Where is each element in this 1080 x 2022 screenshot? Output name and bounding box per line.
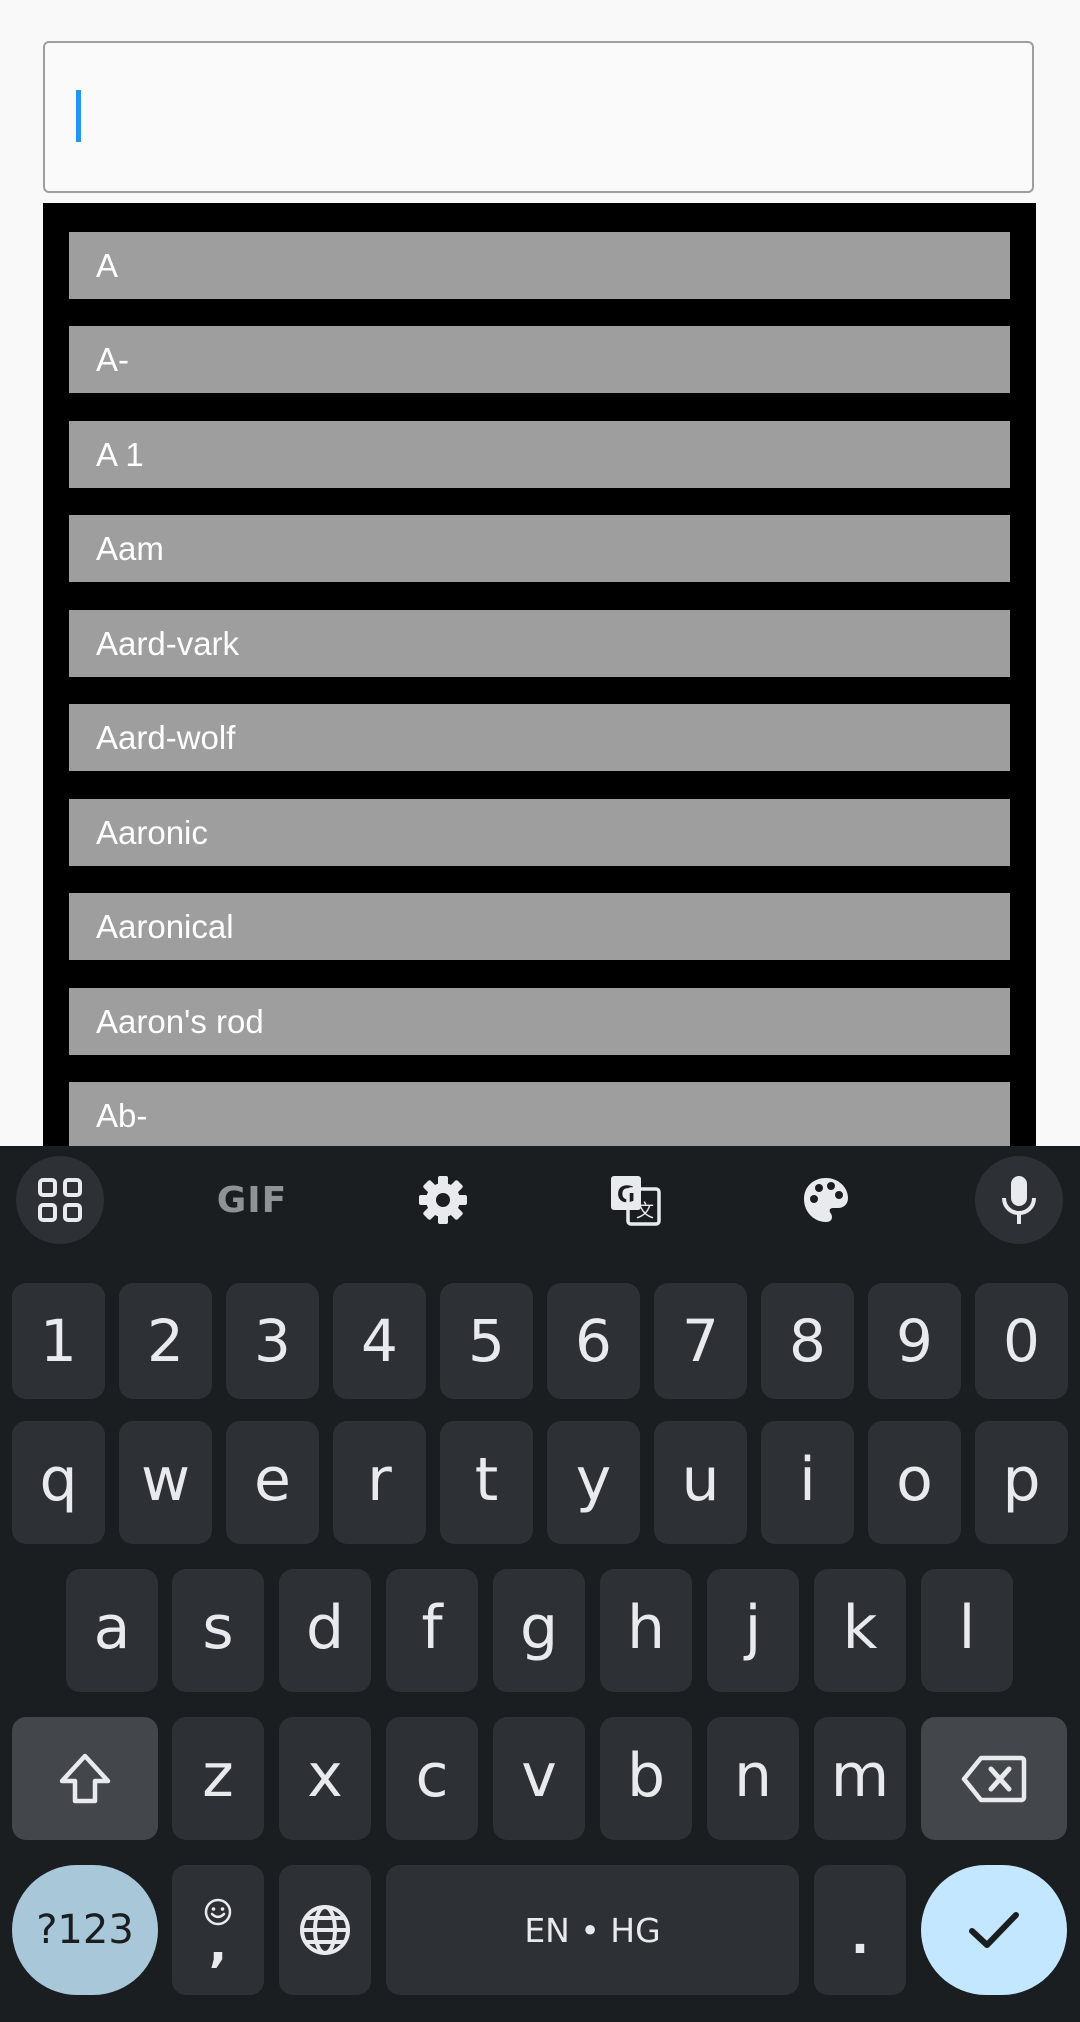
search-input[interactable]	[45, 43, 1032, 191]
shift-arrow-icon	[59, 1753, 111, 1803]
key-x[interactable]: x	[279, 1717, 371, 1840]
svg-text:文: 文	[636, 1201, 654, 1222]
list-item[interactable]: A-	[69, 326, 1010, 393]
key-e[interactable]: e	[226, 1421, 319, 1544]
key-3[interactable]: 3	[226, 1283, 319, 1399]
key-c[interactable]: c	[386, 1717, 478, 1840]
key-0[interactable]: 0	[975, 1283, 1068, 1399]
key-6[interactable]: 6	[547, 1283, 640, 1399]
list-item[interactable]: A	[69, 232, 1010, 299]
list-item[interactable]: Aam	[69, 515, 1010, 582]
microphone-icon	[1002, 1176, 1036, 1224]
space-bar[interactable]: EN • HG	[386, 1865, 799, 1995]
apps-grid-button[interactable]	[16, 1156, 104, 1244]
suggestion-list: A A- A 1 Aam Aard-vark Aard-wolf Aaronic…	[43, 203, 1036, 1146]
key-k[interactable]: k	[814, 1569, 906, 1692]
palette-icon	[804, 1178, 848, 1222]
list-item[interactable]: Aard-wolf	[69, 704, 1010, 771]
key-y[interactable]: y	[547, 1421, 640, 1544]
key-1[interactable]: 1	[12, 1283, 105, 1399]
key-i[interactable]: i	[761, 1421, 854, 1544]
apps-grid-icon	[38, 1178, 82, 1222]
key-b[interactable]: b	[600, 1717, 692, 1840]
translate-icon: G 文	[611, 1176, 661, 1226]
key-m[interactable]: m	[814, 1717, 906, 1840]
key-o[interactable]: o	[868, 1421, 961, 1544]
key-r[interactable]: r	[333, 1421, 426, 1544]
app-screen: A A- A 1 Aam Aard-vark Aard-wolf Aaronic…	[0, 0, 1080, 1146]
key-7[interactable]: 7	[654, 1283, 747, 1399]
list-item[interactable]: Aaronic	[69, 799, 1010, 866]
key-5[interactable]: 5	[440, 1283, 533, 1399]
key-u[interactable]: u	[654, 1421, 747, 1544]
shift-key[interactable]	[12, 1717, 158, 1840]
text-caret	[76, 90, 81, 142]
comma-label: ,	[208, 1917, 228, 1973]
key-j[interactable]: j	[707, 1569, 799, 1692]
theme-button[interactable]	[782, 1156, 870, 1244]
key-p[interactable]: p	[975, 1421, 1068, 1544]
list-item[interactable]: Ab-	[69, 1082, 1010, 1146]
key-h[interactable]: h	[600, 1569, 692, 1692]
checkmark-icon	[969, 1912, 1019, 1948]
key-z[interactable]: z	[172, 1717, 264, 1840]
key-v[interactable]: v	[493, 1717, 585, 1840]
globe-icon	[300, 1905, 350, 1955]
key-t[interactable]: t	[440, 1421, 533, 1544]
symbols-key[interactable]: ?123	[12, 1865, 158, 1995]
backspace-key[interactable]	[921, 1717, 1067, 1840]
settings-button[interactable]	[399, 1156, 487, 1244]
list-item[interactable]: Aaronical	[69, 893, 1010, 960]
emoji-comma-key[interactable]: ,	[172, 1865, 264, 1995]
gif-button[interactable]: GIF	[208, 1156, 296, 1244]
key-f[interactable]: f	[386, 1569, 478, 1692]
period-key[interactable]: .	[814, 1865, 906, 1995]
key-w[interactable]: w	[119, 1421, 212, 1544]
key-8[interactable]: 8	[761, 1283, 854, 1399]
voice-input-button[interactable]	[975, 1156, 1063, 1244]
done-key[interactable]	[921, 1865, 1067, 1995]
key-a[interactable]: a	[66, 1569, 158, 1692]
key-9[interactable]: 9	[868, 1283, 961, 1399]
key-n[interactable]: n	[707, 1717, 799, 1840]
backspace-icon	[961, 1755, 1027, 1802]
key-g[interactable]: g	[493, 1569, 585, 1692]
key-l[interactable]: l	[921, 1569, 1013, 1692]
translate-button[interactable]: G 文	[591, 1156, 679, 1244]
list-item[interactable]: A 1	[69, 421, 1010, 488]
gear-icon	[419, 1176, 467, 1224]
language-key[interactable]	[279, 1865, 371, 1995]
gif-icon: GIF	[216, 1179, 288, 1221]
key-4[interactable]: 4	[333, 1283, 426, 1399]
list-item[interactable]: Aaron's rod	[69, 988, 1010, 1055]
key-d[interactable]: d	[279, 1569, 371, 1692]
key-q[interactable]: q	[12, 1421, 105, 1544]
key-s[interactable]: s	[172, 1569, 264, 1692]
svg-text:G: G	[617, 1183, 635, 1208]
key-2[interactable]: 2	[119, 1283, 212, 1399]
search-field[interactable]	[43, 41, 1034, 193]
list-item[interactable]: Aard-vark	[69, 610, 1010, 677]
